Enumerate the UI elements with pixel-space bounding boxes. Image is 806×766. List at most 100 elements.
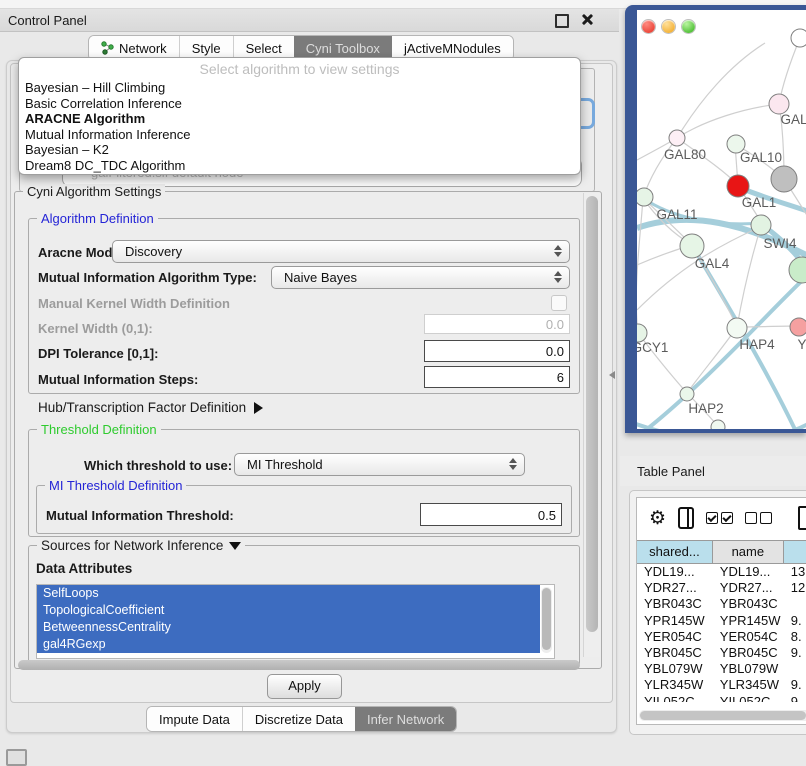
network-node-swi4[interactable] — [751, 215, 771, 235]
column-layout-icon[interactable] — [678, 507, 694, 529]
hub-definition-toggle[interactable]: Hub/Transcription Factor Definition — [38, 400, 263, 415]
which-threshold-value: MI Threshold — [247, 457, 323, 472]
column-header-2[interactable] — [784, 541, 806, 563]
which-threshold-select[interactable]: MI Threshold — [234, 453, 525, 476]
kernel-width-field[interactable]: 0.0 — [424, 314, 570, 334]
network-node-y[interactable] — [790, 318, 806, 336]
algorithm-option-aracne-algorithm[interactable]: ARACNE Algorithm — [19, 111, 580, 127]
minimize-window-icon[interactable] — [662, 20, 675, 33]
mi-threshold-group-title: MI Threshold Definition — [45, 478, 186, 493]
settings-horizontal-scrollbar[interactable] — [16, 659, 584, 671]
mi-steps-field[interactable]: 6 — [424, 366, 570, 388]
table-row[interactable]: YPR145WYPR145W9. — [637, 613, 806, 629]
table-function-icon[interactable] — [798, 506, 806, 530]
float-panel-icon[interactable] — [555, 14, 569, 28]
node-label: GAL11 — [656, 207, 697, 222]
splitpane-collapse-arrow-icon[interactable] — [609, 371, 615, 379]
table-rows: YDL19...YDL19...13YDR27...YDR27...12YBR0… — [637, 564, 806, 702]
network-node-gal11[interactable] — [637, 188, 653, 206]
network-edge[interactable] — [677, 43, 765, 138]
table-cell: YDR27... — [637, 580, 713, 596]
threshold-definition-title: Threshold Definition — [37, 422, 161, 437]
apply-button[interactable]: Apply — [267, 674, 342, 699]
table-horizontal-scrollbar[interactable] — [639, 710, 806, 721]
network-node-gal4[interactable] — [680, 234, 704, 258]
table-row[interactable]: YBR043CYBR043C — [637, 596, 806, 612]
mi-threshold-field[interactable]: 0.5 — [420, 503, 562, 526]
table-cell: YBR045C — [713, 645, 784, 661]
network-node-gal1[interactable] — [727, 175, 749, 197]
network-edge[interactable] — [687, 327, 737, 393]
list-scrollbar-thumb[interactable] — [542, 588, 551, 650]
bottom-tab-discretize-data[interactable]: Discretize Data — [242, 707, 355, 731]
table-panel-title: Table Panel — [637, 464, 705, 479]
bottom-tab-impute-data[interactable]: Impute Data — [147, 707, 242, 731]
table-row[interactable]: YIL052CYIL052C9 — [637, 694, 806, 703]
dpi-tolerance-field[interactable]: 0.0 — [424, 340, 570, 362]
attribute-item-betweennesscentrality[interactable]: BetweennessCentrality — [37, 619, 540, 636]
table-cell: 8. — [784, 629, 806, 645]
table-cell: YBR045C — [637, 645, 713, 661]
attribute-item-gal4rgexp[interactable]: gal4RGexp — [37, 636, 540, 653]
network-node[interactable] — [789, 257, 806, 283]
control-panel-titlebar: Control Panel — [0, 9, 619, 32]
table-row[interactable]: YDL19...YDL19...13 — [637, 564, 806, 580]
table-cell: 12 — [784, 580, 806, 596]
settings-hscroll-thumb[interactable] — [18, 660, 580, 670]
algorithm-option-bayesian-hill-climbing[interactable]: Bayesian – Hill Climbing — [19, 80, 580, 96]
close-window-icon[interactable] — [642, 20, 655, 33]
column-header-shared[interactable]: shared... — [637, 541, 713, 563]
manual-kernel-checkbox[interactable] — [551, 295, 567, 311]
sources-group-title[interactable]: Sources for Network Inference — [37, 538, 245, 553]
network-canvas[interactable]: GALGAL80GAL10GAL1GAL11SWI4GAL4HAP4YGCY1H… — [637, 10, 806, 429]
network-edge[interactable] — [637, 198, 643, 333]
zoom-window-icon[interactable] — [682, 20, 695, 33]
select-all-checkboxes-icon[interactable] — [706, 512, 733, 524]
algorithm-dropdown-placeholder: Select algorithm to view settings — [19, 58, 580, 80]
network-node-hap2[interactable] — [680, 387, 694, 401]
close-panel-icon[interactable] — [580, 12, 594, 26]
list-scrollbar[interactable] — [541, 587, 552, 653]
attribute-item-selfloops[interactable]: SelfLoops — [37, 585, 540, 602]
table-hscroll-thumb[interactable] — [640, 711, 806, 720]
algorithm-option-dream8-dc-tdc-algorithm[interactable]: Dream8 DC_TDC Algorithm — [19, 158, 580, 174]
table-row[interactable]: YBL079WYBL079W — [637, 661, 806, 677]
table-cell — [784, 596, 806, 612]
table-row[interactable]: YER054CYER054C8. — [637, 629, 806, 645]
table-row[interactable]: YLR345WYLR345W9. — [637, 677, 806, 693]
network-node-gal80[interactable] — [669, 130, 685, 146]
aracne-mode-select[interactable]: Discovery — [112, 240, 570, 263]
mi-type-select[interactable]: Naive Bayes — [271, 266, 570, 289]
network-edge[interactable] — [737, 223, 762, 327]
network-node[interactable] — [711, 420, 725, 429]
algorithm-option-basic-correlation-inference[interactable]: Basic Correlation Inference — [19, 96, 580, 112]
settings-vscroll-thumb[interactable] — [586, 196, 598, 632]
network-node-hap4[interactable] — [727, 318, 747, 338]
table-cell: 13 — [784, 564, 806, 580]
algorithm-option-mutual-information-inference[interactable]: Mutual Information Inference — [19, 127, 580, 143]
gear-icon[interactable]: ⚙ — [649, 509, 666, 528]
network-edge[interactable] — [677, 104, 779, 138]
table-cell: YLR345W — [713, 677, 784, 693]
network-node[interactable] — [771, 166, 797, 192]
table-cell: YPR145W — [713, 613, 784, 629]
data-attributes-list[interactable]: SelfLoopsTopologicalCoefficientBetweenne… — [36, 584, 555, 659]
network-node-gal[interactable] — [769, 94, 789, 114]
table-row[interactable]: YBR045CYBR045C9. — [637, 645, 806, 661]
collapsed-panel-icon[interactable] — [6, 749, 27, 766]
algorithm-options-list: Bayesian – Hill ClimbingBasic Correlatio… — [19, 80, 580, 173]
algorithm-option-bayesian-k2[interactable]: Bayesian – K2 — [19, 142, 580, 158]
mi-type-value: Naive Bayes — [284, 270, 357, 285]
mi-steps-label: Mutual Information Steps: — [38, 372, 198, 387]
attribute-item-topologicalcoefficient[interactable]: TopologicalCoefficient — [37, 602, 540, 619]
network-node[interactable] — [791, 29, 806, 47]
algorithm-definition-title: Algorithm Definition — [37, 211, 158, 226]
table-cell: 9. — [784, 613, 806, 629]
column-header-name[interactable]: name — [713, 541, 784, 563]
tab-label: Select — [246, 41, 282, 56]
table-row[interactable]: YDR27...YDR27...12 — [637, 580, 806, 596]
deselect-all-checkboxes-icon[interactable] — [745, 512, 772, 524]
settings-vertical-scrollbar[interactable] — [583, 193, 600, 657]
bottom-tab-infer-network[interactable]: Infer Network — [355, 707, 456, 731]
network-view-window: GALGAL80GAL10GAL1GAL11SWI4GAL4HAP4YGCY1H… — [625, 5, 806, 433]
